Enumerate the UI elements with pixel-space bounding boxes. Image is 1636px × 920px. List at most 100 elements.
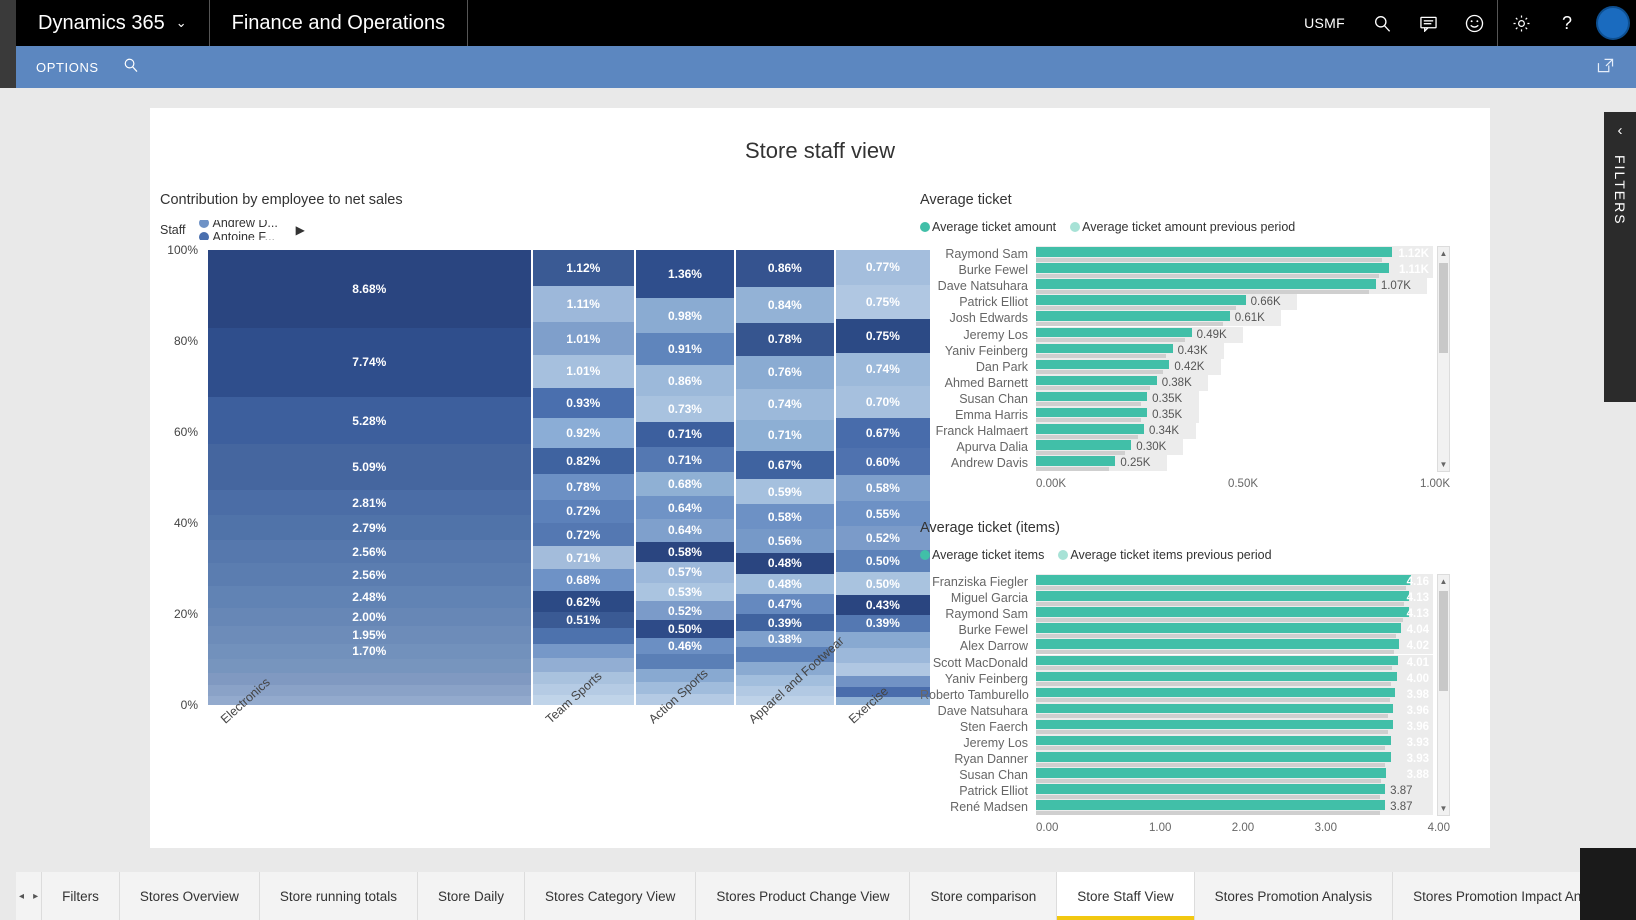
bar-previous-period[interactable] xyxy=(1036,666,1393,671)
column-segment[interactable]: 0.98% xyxy=(636,298,734,334)
column-segment[interactable]: 2.56% xyxy=(208,563,531,587)
stacked-column[interactable]: 0.86% 0.84% 0.78% 0.76% 0.74% 0.71% 0.67% 0.59%… xyxy=(735,250,834,706)
bar-row[interactable]: René Madsen 3.87 xyxy=(920,799,1433,816)
bar-row[interactable]: Sten Faerch 3.96 xyxy=(920,718,1433,735)
bar-previous-period[interactable] xyxy=(1036,402,1141,407)
bar-row[interactable]: Burke Fewel 4.04 xyxy=(920,622,1433,639)
bar-value[interactable] xyxy=(1036,343,1173,354)
column-segment[interactable]: 0.39% xyxy=(835,614,930,633)
column-segment[interactable]: 0.51% xyxy=(532,611,635,629)
bar-row[interactable]: Susan Chan 0.35K xyxy=(920,390,1433,407)
column-segment[interactable]: 0.86% xyxy=(735,250,834,287)
column-segment[interactable] xyxy=(208,658,531,673)
column-segment[interactable]: 0.71% xyxy=(636,421,734,447)
bar-row[interactable]: Franziska Fiegler 4.16 xyxy=(920,574,1433,591)
bar-previous-period[interactable] xyxy=(1036,289,1370,294)
bar-previous-period[interactable] xyxy=(1036,585,1406,590)
bar-previous-period[interactable] xyxy=(1036,450,1125,455)
bar-value[interactable] xyxy=(1036,752,1391,762)
column-segment[interactable]: 1.70% xyxy=(208,643,531,659)
tab-stores-product-change-view[interactable]: Stores Product Change View xyxy=(695,872,910,920)
help-icon[interactable]: ? xyxy=(1544,0,1590,46)
column-segment[interactable]: 1.95% xyxy=(208,626,531,644)
vertical-scrollbar[interactable]: ▲ ▼ xyxy=(1437,574,1450,816)
bar-previous-period[interactable] xyxy=(1036,370,1164,375)
bar-previous-period[interactable] xyxy=(1036,810,1380,815)
bar-value[interactable] xyxy=(1036,719,1394,730)
tab-stores-promotion-analysis[interactable]: Stores Promotion Analysis xyxy=(1193,872,1393,920)
column-segment[interactable]: 0.46% xyxy=(636,637,734,654)
bar-row[interactable]: Raymond Sam 4.13 xyxy=(920,606,1433,623)
scroll-down-icon[interactable]: ▼ xyxy=(1438,802,1449,815)
bar-previous-period[interactable] xyxy=(1036,273,1379,278)
bar-value[interactable] xyxy=(1036,359,1170,370)
bar-previous-period[interactable] xyxy=(1036,762,1386,767)
popout-icon[interactable] xyxy=(1597,58,1636,77)
column-segment[interactable] xyxy=(532,643,635,659)
column-segment[interactable]: 0.82% xyxy=(532,447,635,475)
bar-value[interactable] xyxy=(1036,375,1157,386)
bar-row[interactable]: Apurva Dalia 0.30K xyxy=(920,439,1433,456)
column-segment[interactable]: 0.91% xyxy=(636,333,734,366)
bar-previous-period[interactable] xyxy=(1036,601,1405,606)
stacked-column[interactable]: 8.68% 7.74% 5.28% 5.09% 2.81% 2.79% 2.56% 2.56%… xyxy=(208,250,531,706)
bar-previous-period[interactable] xyxy=(1036,649,1395,654)
bar-value[interactable] xyxy=(1036,575,1412,585)
tab-filters[interactable]: Filters xyxy=(41,872,119,920)
options-button[interactable]: OPTIONS xyxy=(16,60,117,75)
column-segment[interactable]: 0.93% xyxy=(532,387,635,418)
tab-store-staff-view[interactable]: Store Staff View xyxy=(1056,872,1194,920)
gear-icon[interactable] xyxy=(1498,0,1544,46)
legend-item[interactable]: Average ticket items xyxy=(920,548,1044,562)
bar-value[interactable] xyxy=(1036,407,1148,418)
bar-row[interactable]: Andrew Davis 0.25K xyxy=(920,455,1433,472)
bar-row[interactable]: Dave Natsuhara 1.07K xyxy=(920,278,1433,295)
column-segment[interactable] xyxy=(835,662,930,676)
bar-row[interactable]: Franck Halmaert 0.34K xyxy=(920,423,1433,440)
column-segment[interactable]: 0.68% xyxy=(532,569,635,592)
bar-previous-period[interactable] xyxy=(1036,617,1404,622)
column-segment[interactable]: 5.09% xyxy=(208,444,531,490)
bar-value[interactable] xyxy=(1036,263,1389,273)
column-segment[interactable]: 7.74% xyxy=(208,327,531,398)
bar-row[interactable]: Jeremy Los 3.93 xyxy=(920,734,1433,751)
bar-previous-period[interactable] xyxy=(1036,338,1186,343)
bar-row[interactable]: Scott MacDonald 4.01 xyxy=(920,654,1433,671)
legend-item[interactable]: Andrew D... xyxy=(199,220,282,230)
column-segment[interactable]: 0.76% xyxy=(735,356,834,389)
column-segment[interactable]: 0.74% xyxy=(735,388,834,421)
column-segment[interactable]: 0.64% xyxy=(636,496,734,520)
column-segment[interactable] xyxy=(532,658,635,672)
search-icon[interactable] xyxy=(1359,0,1405,46)
tab-prev-icon[interactable]: ◂ xyxy=(19,891,24,902)
bar-value[interactable] xyxy=(1036,703,1394,714)
bar-value[interactable] xyxy=(1036,687,1396,698)
column-segment[interactable] xyxy=(835,648,930,663)
column-segment[interactable]: 0.50% xyxy=(636,619,734,638)
tab-stores-category-view[interactable]: Stores Category View xyxy=(524,872,696,920)
bar-value[interactable] xyxy=(1036,311,1230,321)
bar-value[interactable] xyxy=(1036,456,1116,466)
column-segment[interactable]: 0.67% xyxy=(735,450,834,480)
column-segment[interactable]: 1.01% xyxy=(532,355,635,388)
scrollbar-thumb[interactable] xyxy=(1439,591,1448,691)
bar-previous-period[interactable] xyxy=(1036,682,1392,687)
bar-previous-period[interactable] xyxy=(1036,305,1237,310)
bar-value[interactable] xyxy=(1036,591,1409,601)
column-segment[interactable]: 0.58% xyxy=(636,541,734,563)
column-segment[interactable]: 1.01% xyxy=(532,322,635,356)
column-segment[interactable]: 0.50% xyxy=(835,572,930,596)
column-segment[interactable]: 0.48% xyxy=(735,553,834,574)
bar-previous-period[interactable] xyxy=(1036,633,1396,638)
legend-item[interactable]: Antoine F... xyxy=(199,230,282,240)
column-segment[interactable]: 0.78% xyxy=(735,322,834,357)
column-segment[interactable]: 0.53% xyxy=(636,582,734,602)
bar-row[interactable]: Yaniv Feinberg 4.00 xyxy=(920,670,1433,687)
smiley-icon[interactable] xyxy=(1451,0,1497,46)
column-segment[interactable]: 2.79% xyxy=(208,515,531,541)
scroll-up-icon[interactable]: ▲ xyxy=(1438,575,1449,588)
column-segment[interactable]: 0.58% xyxy=(735,504,834,530)
column-segment[interactable]: 8.68% xyxy=(208,250,531,328)
column-segment[interactable]: 0.71% xyxy=(636,446,734,473)
bar-previous-period[interactable] xyxy=(1036,746,1386,751)
